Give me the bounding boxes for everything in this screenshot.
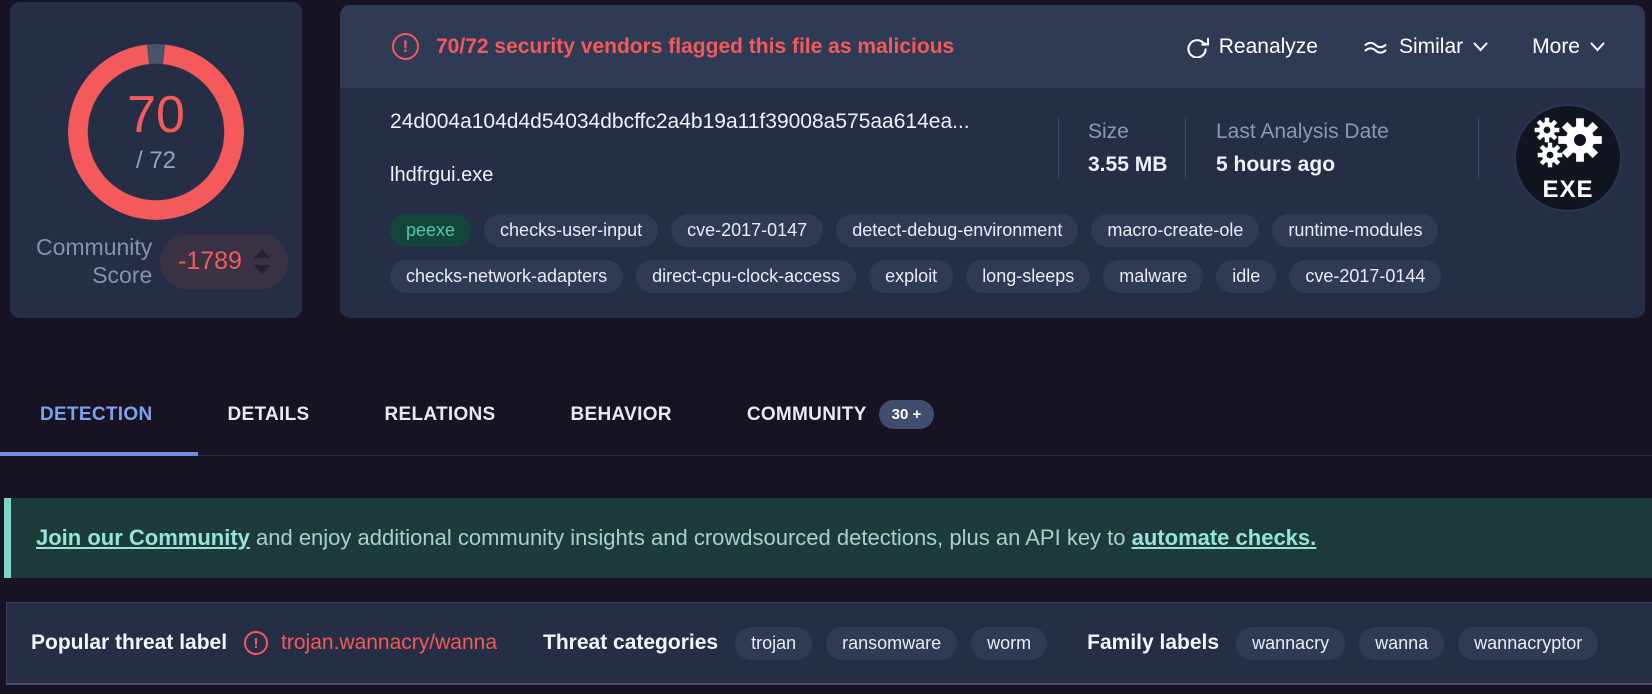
- community-score-pill: -1789: [160, 233, 288, 289]
- file-tag[interactable]: malware: [1103, 260, 1204, 293]
- refresh-icon: [1187, 37, 1209, 58]
- exe-label: EXE: [1542, 176, 1593, 203]
- family-label-pill: wannacry: [1236, 626, 1346, 660]
- file-tags-row-2: checks-network-adapters direct-cpu-clock-…: [390, 260, 1442, 293]
- file-tag[interactable]: exploit: [869, 260, 954, 293]
- join-community-link[interactable]: Join our Community: [36, 525, 250, 550]
- tabs-separator: [0, 455, 1652, 456]
- tab-details[interactable]: DETAILS: [227, 404, 309, 426]
- file-tag[interactable]: runtime-modules: [1272, 214, 1439, 247]
- automate-checks-link[interactable]: automate checks.: [1132, 525, 1317, 550]
- file-tag[interactable]: idle: [1216, 260, 1277, 293]
- similar-button[interactable]: Similar: [1362, 35, 1488, 59]
- file-tag[interactable]: checks-network-adapters: [390, 260, 624, 293]
- vote-up-icon[interactable]: [253, 248, 270, 258]
- detections-total: / 72: [135, 147, 177, 174]
- file-sha256: 24d004a104d4d54034dbcffc2a4b19a11f39008a…: [390, 110, 970, 133]
- tab-detection[interactable]: DETECTION: [40, 404, 152, 426]
- threat-categories-label: Threat categories: [543, 631, 719, 654]
- threat-category-pill: trojan: [735, 626, 813, 660]
- threat-category-pill: ransomware: [826, 626, 958, 660]
- banner-text: and enjoy additional community insights …: [249, 525, 1132, 550]
- file-tag[interactable]: direct-cpu-clock-access: [636, 260, 857, 293]
- file-tag[interactable]: detect-debug-environment: [836, 214, 1079, 247]
- family-label-pill: wannacryptor: [1458, 626, 1599, 660]
- threat-category-pill: worm: [971, 626, 1048, 660]
- malicious-alert-banner: 70/72 security vendors flagged this file…: [340, 5, 1645, 88]
- chevron-down-icon: [1590, 42, 1605, 51]
- family-labels-label: Family labels: [1087, 631, 1220, 654]
- alert-icon: [392, 33, 419, 60]
- file-tag[interactable]: long-sleeps: [966, 260, 1091, 293]
- community-vote-arrows[interactable]: [253, 248, 270, 274]
- divider: [1185, 118, 1186, 178]
- file-tag[interactable]: checks-user-input: [484, 214, 659, 247]
- size-label: Size: [1088, 120, 1129, 143]
- reanalyze-button[interactable]: Reanalyze: [1186, 35, 1318, 59]
- alert-icon: [244, 631, 269, 655]
- community-count-badge: 30 +: [878, 400, 935, 429]
- last-analysis-label: Last Analysis Date: [1216, 120, 1389, 143]
- file-tag[interactable]: peexe: [390, 214, 472, 247]
- file-size-block: Size 3.55 MB: [1088, 120, 1167, 177]
- more-button[interactable]: More: [1532, 35, 1605, 59]
- popular-threat-label: Popular threat label: [31, 631, 228, 654]
- virustotal-file-report: { "score_card": { "score": "70", "score_…: [0, 0, 1652, 694]
- active-tab-underline: [0, 452, 198, 456]
- threat-classification-card: Popular threat label trojan.wannacry/wan…: [6, 602, 1652, 685]
- detections-count: 70: [127, 86, 185, 144]
- divider: [1058, 118, 1059, 178]
- threat-categories: trojan ransomware worm: [735, 626, 1048, 660]
- family-label-pill: wanna: [1359, 626, 1445, 660]
- report-tabs: DETECTION DETAILS RELATIONS BEHAVIOR COM…: [0, 370, 1652, 458]
- popular-threat-value: trojan.wannacry/wanna: [281, 631, 498, 654]
- family-labels: wannacry wanna wannacryptor: [1236, 626, 1599, 660]
- community-score-label: Community Score: [36, 233, 153, 289]
- file-tag[interactable]: cve-2017-0144: [1289, 260, 1442, 293]
- size-value: 3.55 MB: [1088, 153, 1168, 176]
- divider: [1478, 118, 1479, 178]
- tab-community[interactable]: COMMUNITY 30 +: [747, 400, 935, 429]
- tab-relations[interactable]: RELATIONS: [384, 404, 495, 426]
- file-report-card: 70/72 security vendors flagged this file…: [340, 5, 1645, 318]
- file-tag[interactable]: macro-create-ole: [1091, 214, 1260, 247]
- community-score-value: -1789: [178, 246, 242, 275]
- vote-down-icon[interactable]: [253, 264, 270, 274]
- similarity-waves-icon: [1364, 41, 1387, 54]
- file-name: lhdfrgui.exe: [390, 164, 494, 186]
- file-tag[interactable]: cve-2017-0147: [671, 214, 824, 247]
- detection-score-card: 70 / 72 Community Score -1789: [10, 2, 302, 318]
- tab-behavior[interactable]: BEHAVIOR: [571, 404, 672, 426]
- malicious-alert-text: 70/72 security vendors flagged this file…: [436, 34, 955, 58]
- file-tags-row-1: peexe checks-user-input cve-2017-0147 detec…: [390, 214, 1439, 247]
- last-analysis-value: 5 hours ago: [1216, 153, 1336, 176]
- chevron-down-icon: [1473, 42, 1488, 51]
- join-community-banner: Join our Community and enjoy additional …: [4, 498, 1652, 578]
- exe-file-type-icon: EXE: [1514, 104, 1622, 212]
- last-analysis-block: Last Analysis Date 5 hours ago: [1216, 120, 1389, 177]
